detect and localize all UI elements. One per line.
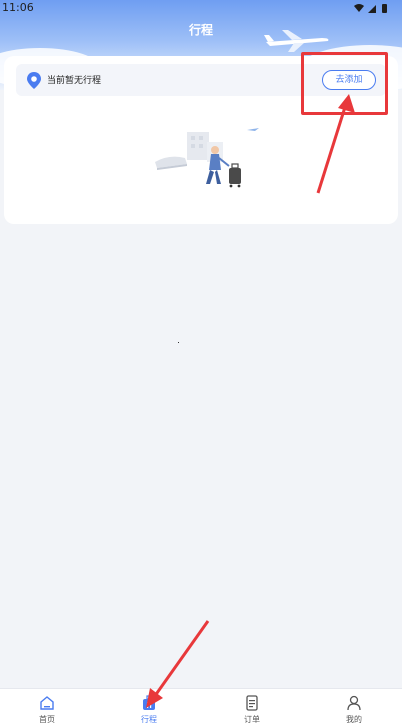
tab-orders-label: 订单: [244, 715, 260, 724]
trip-status-text: 当前暂无行程: [47, 76, 102, 86]
suitcase-icon: [143, 695, 155, 710]
tab-home-label: 首页: [39, 715, 55, 724]
status-time: 11:06: [2, 1, 34, 14]
stray-dot: [178, 342, 179, 343]
user-icon: [347, 695, 361, 711]
signal-icon: [368, 5, 376, 13]
wifi-icon: [354, 4, 364, 12]
home-icon: [40, 696, 54, 710]
trip-screen: 11:06 行程 当前暂无行程 去添加 首页 行程 订单 我的: [0, 0, 402, 726]
document-icon: [246, 695, 258, 711]
tab-trips[interactable]: 行程: [119, 689, 179, 726]
empty-trip-illustration: [155, 128, 259, 188]
bottom-tab-bar: 首页 行程 订单 我的: [0, 688, 402, 726]
status-bar: 11:06: [0, 0, 402, 16]
tab-home[interactable]: 首页: [17, 689, 77, 726]
location-pin-icon: [27, 72, 41, 89]
tab-trips-label: 行程: [141, 715, 157, 724]
page-title: 行程: [188, 23, 213, 37]
status-icons: [354, 4, 387, 13]
tab-profile[interactable]: 我的: [324, 689, 384, 726]
battery-icon: [382, 4, 387, 13]
tab-profile-label: 我的: [346, 715, 362, 724]
annotation-highlight-box: [301, 52, 388, 115]
airplane-decoration: [264, 30, 329, 52]
tab-orders[interactable]: 订单: [222, 689, 282, 726]
